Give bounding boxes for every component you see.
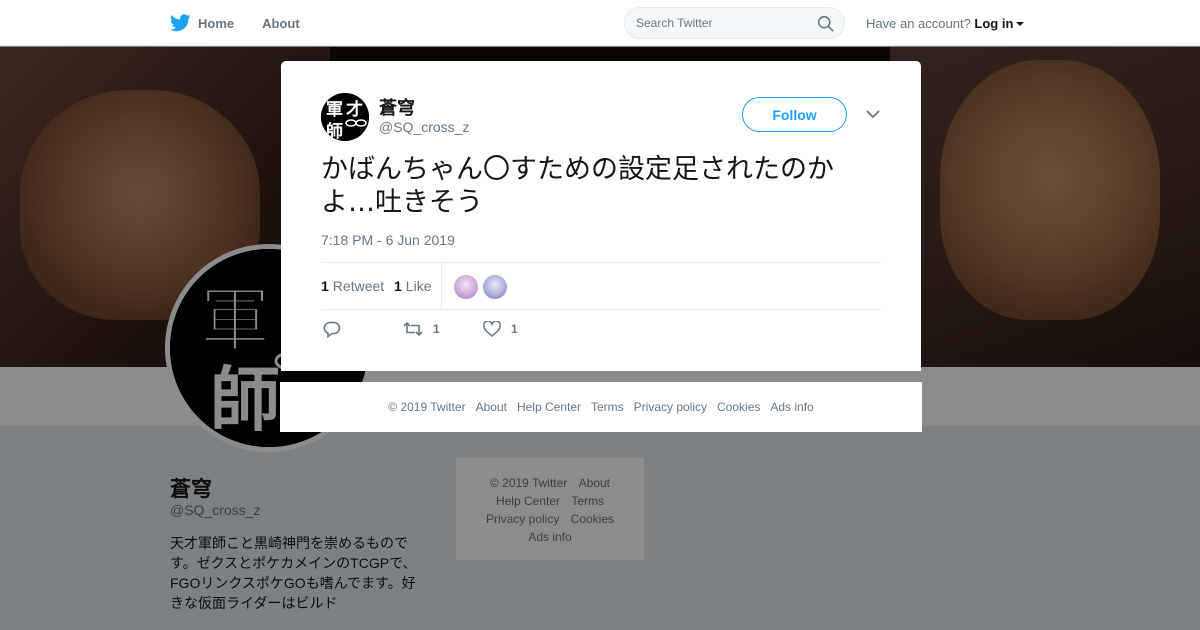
chevron-down-icon[interactable]: [866, 109, 880, 119]
modal-footer: © 2019 Twitter About Help Center Terms P…: [280, 382, 922, 432]
tweet-stats: 1 Retweet 1 Like: [321, 262, 881, 310]
like-stat[interactable]: 1 Like: [394, 278, 431, 294]
tweet-permalink-modal: 軍 才 師 蒼穹 @SQ_cross_z Follow かばんちゃん〇すための設…: [281, 61, 921, 371]
nav-home[interactable]: Home: [170, 14, 234, 32]
tweet-author-name[interactable]: 蒼穹: [379, 94, 415, 120]
like-stat-count: 1: [394, 278, 402, 294]
retweet-button[interactable]: 1: [403, 321, 440, 337]
nav-about-label: About: [262, 15, 300, 31]
footer-help[interactable]: Help Center: [517, 400, 581, 414]
footer-ads[interactable]: Ads info: [770, 400, 813, 414]
twitter-bird-icon: [170, 14, 191, 32]
close-icon[interactable]: [1154, 12, 1178, 36]
reply-icon: [323, 321, 341, 338]
like-stat-label: Like: [405, 278, 432, 294]
tweet-avatar-art: 軍 才 師: [321, 93, 369, 141]
top-navigation-bar: Home About Have an account? Log in: [0, 0, 1200, 46]
footer-terms[interactable]: Terms: [591, 400, 624, 414]
retweet-action-count: 1: [433, 322, 440, 336]
footer-privacy[interactable]: Privacy policy: [634, 400, 707, 414]
reply-button[interactable]: [323, 321, 341, 338]
heart-icon: [483, 321, 501, 337]
retweet-stat-count: 1: [321, 278, 329, 294]
follow-button[interactable]: Follow: [742, 97, 847, 132]
nav-about[interactable]: About: [262, 16, 300, 31]
login-caret-icon[interactable]: [1016, 22, 1025, 26]
tweet-author-handle[interactable]: @SQ_cross_z: [379, 119, 469, 135]
account-prefix: Have an account?: [866, 16, 971, 31]
retweet-icon: [403, 321, 423, 337]
tweet-text: かばんちゃん〇すための設定足されたのかよ…吐きそう: [321, 154, 834, 218]
login-link[interactable]: Log in: [974, 16, 1013, 31]
tweet-author-avatar[interactable]: 軍 才 師: [321, 93, 369, 141]
footer-cookies[interactable]: Cookies: [717, 400, 760, 414]
search-icon[interactable]: [817, 15, 834, 32]
retweet-stat[interactable]: 1 Retweet: [321, 278, 384, 294]
footer-about[interactable]: About: [476, 400, 507, 414]
svg-text:軍: 軍: [326, 100, 343, 120]
tweet-actions: 1 1: [321, 321, 881, 341]
account-prompt: Have an account? Log in: [866, 16, 1025, 31]
retweet-stat-label: Retweet: [332, 278, 385, 294]
main-nav: Home About: [170, 0, 328, 46]
liker-avatar[interactable]: [454, 275, 478, 299]
like-action-count: 1: [511, 322, 518, 336]
like-button[interactable]: 1: [483, 321, 518, 337]
footer-copyright: © 2019 Twitter: [388, 400, 466, 414]
tweet-timestamp[interactable]: 7:18 PM - 6 Jun 2019: [321, 232, 455, 248]
search-box: [624, 7, 845, 39]
search-input[interactable]: [636, 16, 806, 30]
liker-avatar[interactable]: [483, 275, 507, 299]
svg-text:才: 才: [346, 99, 363, 120]
nav-home-label: Home: [198, 15, 235, 31]
svg-text:師: 師: [326, 121, 343, 141]
